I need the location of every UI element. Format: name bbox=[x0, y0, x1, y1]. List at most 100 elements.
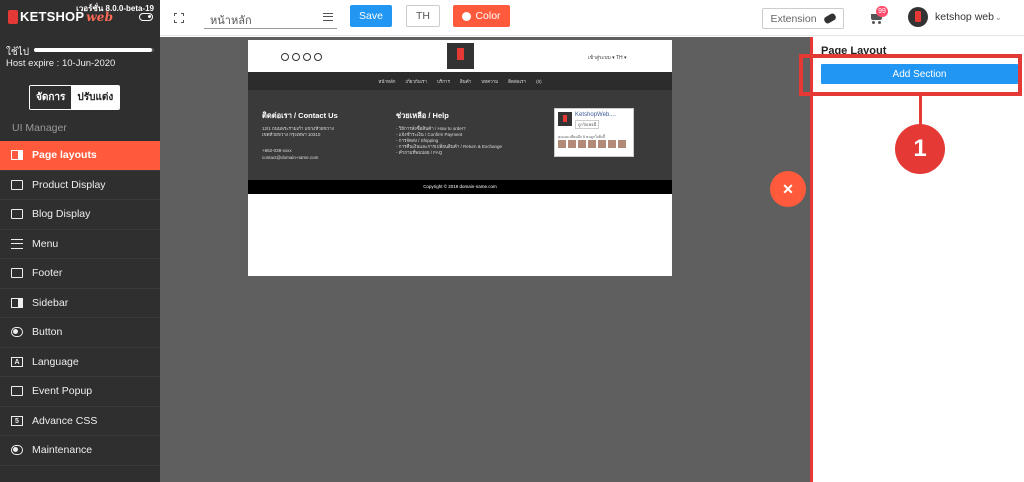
preview-nav-item: บทความ bbox=[481, 78, 499, 84]
sidebar-item-label: Blog Display bbox=[32, 208, 91, 221]
help-title: ช่วยเหลือ / Help bbox=[396, 111, 449, 120]
list-icon[interactable] bbox=[323, 13, 333, 21]
step-callout-line bbox=[919, 96, 922, 124]
sidebar: เวอร์ชั่น 8.0.0-beta-19 KETSHOP web ใช้ไป… bbox=[0, 0, 160, 482]
contact-phone: +662-038-xxxx bbox=[262, 148, 292, 153]
language-button[interactable]: TH bbox=[406, 5, 440, 27]
facebook-faces bbox=[558, 140, 626, 148]
sidebar-item-label: Advance CSS bbox=[32, 414, 98, 427]
palette-icon bbox=[462, 11, 472, 21]
sidebar-item-menu[interactable]: Menu bbox=[0, 230, 160, 259]
page-select-value: หน้าหลัก bbox=[210, 15, 252, 27]
preview-nav-item: บริการ bbox=[436, 78, 450, 84]
user-menu[interactable]: ketshop web bbox=[935, 11, 994, 23]
language-icon: A bbox=[11, 356, 23, 367]
mode-manage-button[interactable]: จัดการ bbox=[30, 86, 72, 109]
sidebar-icon bbox=[11, 297, 23, 308]
close-panel-button[interactable]: ✕ bbox=[770, 171, 806, 207]
preview-nav-cart: (0) bbox=[536, 78, 542, 84]
footer-icon bbox=[11, 268, 23, 279]
extension-label: Extension bbox=[770, 12, 817, 25]
color-button[interactable]: Color bbox=[453, 5, 510, 27]
editor-canvas: เข้าสู่ระบบ ▾ TH ▾ หน้าหลัก เกี่ยวกับเรา… bbox=[160, 37, 810, 482]
preview-nav-item: สินค้า bbox=[459, 78, 472, 84]
facebook-widget: KetshopWeb.... ถูกใจเพจนี้ คุณและเพื่อนอ… bbox=[554, 108, 634, 157]
mode-customize-button[interactable]: ปรับแต่ง bbox=[71, 86, 120, 109]
preview-nav-item: ติดต่อเรา bbox=[508, 78, 527, 84]
toggle-icon bbox=[11, 327, 23, 338]
preview-nav-item: หน้าหลัก bbox=[378, 78, 396, 84]
step-highlight-box bbox=[799, 54, 1022, 96]
sidebar-item-label: Event Popup bbox=[32, 385, 93, 398]
sidebar-item-label: Menu bbox=[32, 237, 59, 250]
fullscreen-icon[interactable] bbox=[174, 13, 184, 23]
color-button-label: Color bbox=[475, 10, 501, 22]
css-icon: 5 bbox=[11, 415, 23, 426]
close-icon: ✕ bbox=[782, 180, 794, 197]
twitter-icon bbox=[292, 53, 300, 61]
sidebar-item-label: Button bbox=[32, 326, 63, 339]
usage-progress-fill bbox=[34, 48, 152, 52]
sidebar-item-sidebar[interactable]: Sidebar bbox=[0, 289, 160, 318]
avatar[interactable] bbox=[908, 7, 928, 27]
facebook-page-logo bbox=[558, 112, 572, 126]
ui-manager-heading: UI Manager bbox=[12, 122, 67, 134]
sidebar-toggle-icon[interactable] bbox=[139, 13, 153, 21]
mode-switch: จัดการ ปรับแต่ง bbox=[29, 85, 121, 110]
preview-login: เข้าสู่ระบบ ▾ TH ▾ bbox=[588, 55, 627, 61]
brand-logo-suffix: web bbox=[86, 9, 114, 24]
facebook-icon bbox=[281, 53, 289, 61]
sidebar-item-maintenance[interactable]: Maintenance bbox=[0, 436, 160, 466]
page-select[interactable]: หน้าหลัก bbox=[204, 5, 337, 29]
brand-logo[interactable]: KETSHOP web bbox=[8, 9, 113, 24]
bug-icon bbox=[11, 445, 23, 456]
sidebar-item-product-display[interactable]: Product Display bbox=[0, 171, 160, 200]
chevron-down-icon[interactable]: ⌄ bbox=[995, 13, 1002, 22]
sidebar-item-advance-css[interactable]: 5 Advance CSS bbox=[0, 407, 160, 436]
page-preview[interactable]: เข้าสู่ระบบ ▾ TH ▾ หน้าหลัก เกี่ยวกับเรา… bbox=[248, 40, 672, 276]
line-icon bbox=[314, 53, 322, 61]
sidebar-item-footer[interactable]: Footer bbox=[0, 259, 160, 289]
page-layout-panel: Page Layout Add Section bbox=[810, 37, 1024, 482]
contact-address: 12/1 ถนนพระรามเก้า แขวงห้วยขวาง เขตห้วยข… bbox=[262, 126, 334, 137]
facebook-like-button: ถูกใจเพจนี้ bbox=[575, 120, 600, 129]
host-expire: Host expire : 10-Jun-2020 bbox=[6, 58, 116, 69]
preview-header: เข้าสู่ระบบ ▾ TH ▾ bbox=[248, 40, 672, 72]
preview-logo bbox=[447, 43, 474, 69]
ketshop-logo-icon bbox=[8, 9, 18, 24]
brand-logo-text: KETSHOP bbox=[20, 9, 85, 24]
sidebar-item-event-popup[interactable]: Event Popup bbox=[0, 377, 160, 407]
menu-icon bbox=[11, 238, 23, 249]
sidebar-item-label: Maintenance bbox=[32, 444, 93, 457]
extension-button[interactable]: Extension bbox=[762, 8, 844, 29]
preview-copyright: Copyright © 2019 domain-name.com bbox=[248, 180, 672, 194]
page-layout-icon bbox=[11, 150, 23, 161]
sidebar-item-button[interactable]: Button bbox=[0, 318, 160, 348]
sidebar-item-page-layouts[interactable]: Page layouts bbox=[0, 141, 160, 171]
blog-display-icon bbox=[11, 209, 23, 220]
help-links: - วิธีการสั่งซื้อสินค้า / How to order? … bbox=[396, 126, 503, 155]
top-toolbar: หน้าหลัก Save TH Color Extension 99 kets… bbox=[160, 0, 1024, 36]
sidebar-item-label: Language bbox=[32, 355, 79, 368]
contact-email: contact@domain-name.com bbox=[262, 155, 319, 160]
popup-icon bbox=[11, 386, 23, 397]
plug-icon bbox=[822, 12, 837, 25]
save-button[interactable]: Save bbox=[350, 5, 392, 27]
sidebar-item-label: Sidebar bbox=[32, 296, 69, 309]
sidebar-menu: Page layouts Product Display Blog Displa… bbox=[0, 141, 160, 466]
preview-footer: ติดต่อเรา / Contact Us 12/1 ถนนพระรามเก้… bbox=[248, 90, 672, 180]
preview-nav-item: เกี่ยวกับเรา bbox=[405, 78, 427, 84]
sidebar-item-label: Product Display bbox=[32, 178, 106, 191]
facebook-page-name: KetshopWeb.... bbox=[575, 112, 616, 118]
product-display-icon bbox=[11, 179, 23, 190]
contact-title: ติดต่อเรา / Contact Us bbox=[262, 111, 338, 120]
sidebar-item-blog-display[interactable]: Blog Display bbox=[0, 200, 160, 230]
instagram-icon bbox=[303, 53, 311, 61]
social-icons bbox=[281, 53, 322, 61]
usage-progress-bar bbox=[34, 48, 154, 52]
sidebar-item-label: Footer bbox=[32, 267, 63, 280]
step-number-badge: 1 bbox=[895, 124, 945, 174]
sidebar-item-language[interactable]: A Language bbox=[0, 348, 160, 377]
cart-count-badge: 99 bbox=[876, 6, 888, 17]
preview-nav: หน้าหลัก เกี่ยวกับเรา บริการ สินค้า บทคว… bbox=[248, 72, 672, 90]
